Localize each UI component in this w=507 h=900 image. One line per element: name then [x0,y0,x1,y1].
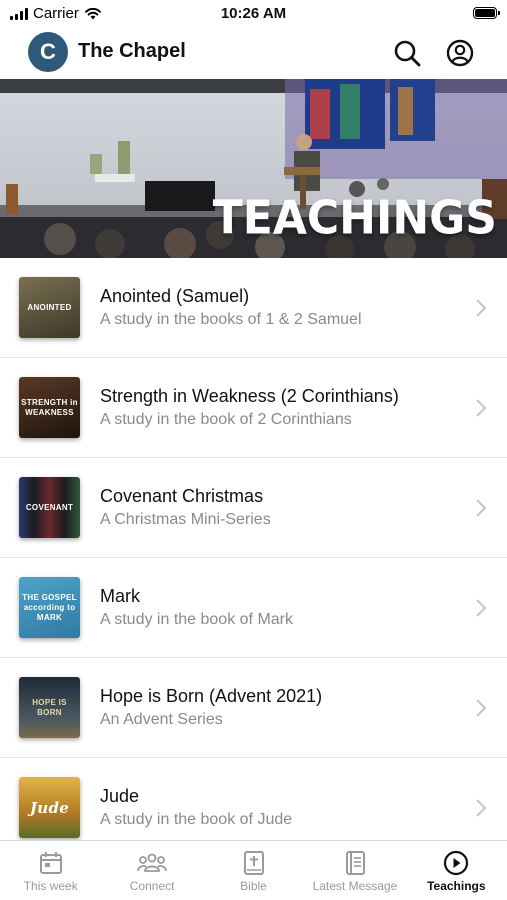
teaching-title: Hope is Born (Advent 2021) [100,686,323,706]
battery-icon [473,7,500,19]
teaching-row[interactable]: COVENANT Covenant Christmas A Christmas … [0,458,507,558]
thumbnail-text: Jude [29,798,70,817]
bible-icon [243,851,264,875]
tab-label: Connect [129,879,175,893]
tab-label: This week [23,879,78,893]
book-icon [345,851,365,875]
teaching-row[interactable]: Jude Jude A study in the book of Jude [0,758,507,840]
teaching-row[interactable]: THE GOSPEL according to MARK Mark A stud… [0,558,507,658]
teaching-title: Mark [100,586,140,606]
thumbnail-text: COVENANT [25,502,74,512]
teaching-thumbnail: HOPE IS BORN [19,677,80,738]
hero-banner: TEACHINGS [0,79,507,258]
app-logo[interactable]: C [28,32,68,72]
teaching-title: Covenant Christmas [100,486,264,506]
tab-connect[interactable]: Connect [101,841,202,900]
thumbnail-text: STRENGTH in WEAKNESS [21,397,78,417]
status-bar: Carrier 10:26 AM [0,0,507,28]
chevron-right-icon [476,699,487,717]
thumbnail-text: ANOINTED [27,302,72,312]
teaching-subtitle: A study in the book of Mark [100,611,293,628]
teaching-subtitle: A study in the book of 2 Corinthians [100,411,352,428]
thumbnail-text: HOPE IS BORN [32,697,67,717]
teaching-subtitle: An Advent Series [100,711,223,728]
teaching-thumbnail: ANOINTED [19,277,80,338]
teaching-subtitle: A Christmas Mini-Series [100,511,271,528]
chevron-right-icon [476,599,487,617]
thumbnail-text: THE GOSPEL according to MARK [22,592,77,622]
people-icon [137,853,168,872]
teachings-list: ANOINTED Anointed (Samuel) A study in th… [0,258,507,840]
search-icon[interactable] [392,38,422,68]
teaching-title: Anointed (Samuel) [100,286,250,306]
tab-latest-message[interactable]: Latest Message [304,841,405,900]
hero-title: TEACHINGS [212,191,497,246]
chevron-right-icon [476,299,487,317]
tab-bar: This week Connect Bible Latest Message T… [0,840,507,900]
chevron-right-icon [476,399,487,417]
chevron-right-icon [476,799,487,817]
teaching-thumbnail: THE GOSPEL according to MARK [19,577,80,638]
tab-this-week[interactable]: This week [0,841,101,900]
teaching-thumbnail: Jude [19,777,80,838]
app-title: The Chapel [78,40,186,62]
teaching-title: Jude [100,786,140,806]
account-circle-icon[interactable] [445,38,475,68]
tab-label: Latest Message [312,879,398,893]
teaching-row[interactable]: STRENGTH in WEAKNESS Strength in Weaknes… [0,358,507,458]
chevron-right-icon [476,499,487,517]
teaching-subtitle: A study in the books of 1 & 2 Samuel [100,311,362,328]
tab-label: Teachings [427,879,486,893]
status-time: 10:26 AM [220,5,287,22]
teaching-row[interactable]: HOPE IS BORN Hope is Born (Advent 2021) … [0,658,507,758]
tab-bible[interactable]: Bible [203,841,304,900]
tab-teachings[interactable]: Teachings [406,841,507,900]
teaching-subtitle: A study in the book of Jude [100,811,293,828]
teaching-thumbnail: COVENANT [19,477,80,538]
teaching-title: Strength in Weakness (2 Corinthians) [100,386,399,406]
tab-label: Bible [240,879,267,893]
calendar-icon [39,852,62,874]
teaching-row[interactable]: ANOINTED Anointed (Samuel) A study in th… [0,258,507,358]
teaching-thumbnail: STRENGTH in WEAKNESS [19,377,80,438]
app-header: C The Chapel [0,28,507,78]
logo-letter: C [40,39,56,64]
play-circle-icon [444,850,469,876]
